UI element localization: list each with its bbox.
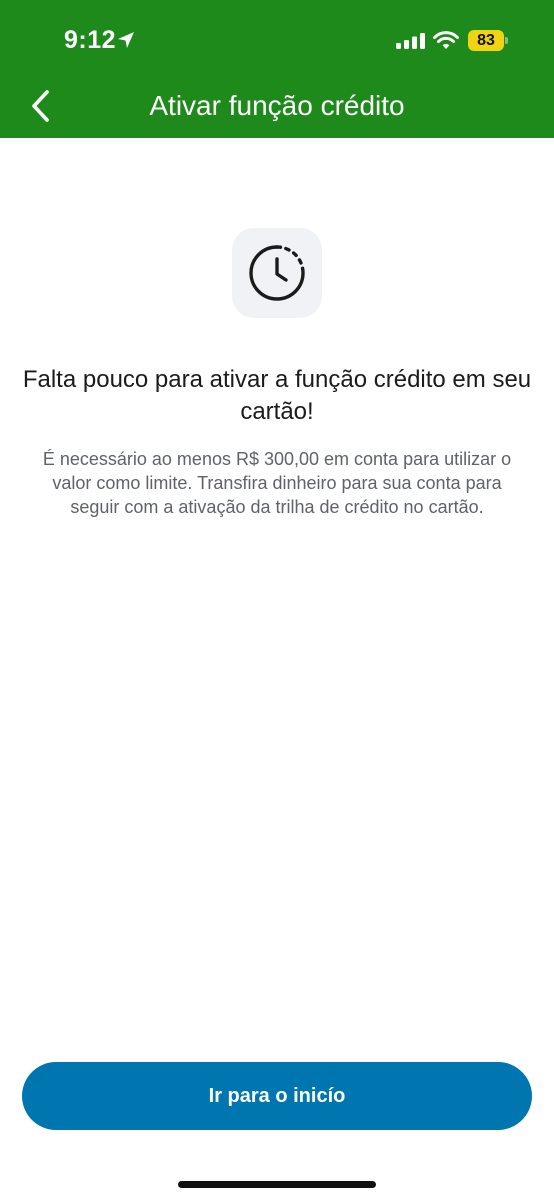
battery-level: 83: [477, 31, 495, 49]
cellular-signal-icon: [396, 33, 425, 49]
headline: Falta pouco para ativar a função crédito…: [22, 366, 532, 425]
home-indicator: [178, 1181, 376, 1188]
page-title: Ativar função crédito: [149, 90, 405, 121]
app-header: 9:12 83 Ativar função crédito: [0, 0, 554, 138]
location-arrow-icon: [118, 32, 134, 48]
go-home-button[interactable]: Ir para o inicío: [22, 1062, 532, 1130]
battery-cap: [505, 37, 508, 44]
battery-icon: 83: [468, 30, 504, 51]
wifi-icon: [433, 31, 459, 49]
clock-pending-icon: [249, 245, 305, 301]
description-text: É necessário ao menos R$ 300,00 em conta…: [42, 449, 512, 517]
status-time: 9:12: [64, 26, 117, 54]
status-icon-tile: [232, 228, 322, 318]
status-bar: 9:12 83: [0, 0, 554, 84]
